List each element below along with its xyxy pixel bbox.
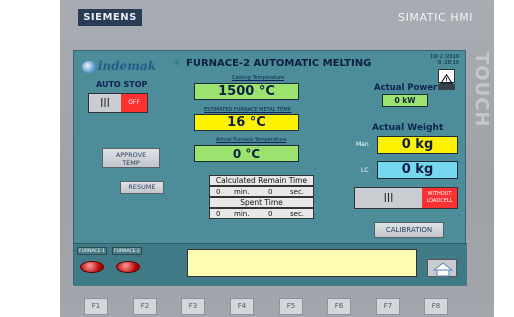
- actual-weight-label: Actual Weight: [372, 123, 444, 133]
- touch-label: TOUCH: [471, 52, 492, 128]
- man-weight-label: Man: [356, 141, 369, 148]
- logo-text: indemak: [98, 59, 157, 73]
- lc-toggle-off: WITHOUT LOADCELL: [422, 188, 457, 208]
- f1-key[interactable]: F1: [84, 298, 108, 315]
- remain-min-unit: min.: [234, 188, 250, 196]
- actual-power-label: Actual Power: [374, 83, 438, 93]
- spent-min-unit: min.: [234, 210, 250, 218]
- spent-time-header: Spent Time: [209, 197, 314, 208]
- resume-button[interactable]: RESUME: [120, 181, 164, 194]
- lc-weight-label: LC: [361, 167, 369, 174]
- furnace-1-lamp-button[interactable]: [80, 261, 104, 273]
- actual-temp-value: 0 °C: [194, 145, 299, 162]
- actual-temp-label: Actual Furnace Temperature: [216, 137, 287, 143]
- auto-stop-toggle-off: OFF: [121, 94, 147, 112]
- f8-key[interactable]: F8: [424, 298, 448, 315]
- alarm-warning-icon[interactable]: [438, 69, 455, 84]
- without-loadcell-toggle[interactable]: ||| WITHOUT LOADCELL: [354, 187, 458, 209]
- furnace-2-label: FURNACE-2: [112, 247, 142, 255]
- simatic-hmi-label: SIMATIC HMI: [398, 11, 474, 24]
- siemens-logo: SIEMENS: [78, 9, 142, 26]
- indemak-logo: indemak ®: [80, 57, 180, 73]
- estimated-temp-value: 16 °C: [194, 114, 299, 131]
- approve-temp-label-1: APPROVE: [115, 151, 147, 159]
- f3-key[interactable]: F3: [181, 298, 205, 315]
- spent-sec-unit: sec.: [290, 210, 305, 218]
- approve-temp-label-2: TEMP: [122, 159, 140, 167]
- remain-time-row: 0 min. 0 sec.: [209, 186, 314, 197]
- function-keys: F1 F2 F3 F4 F5 F6 F7 F8: [84, 298, 454, 315]
- casting-temp-label: Casting Temperature: [232, 75, 285, 81]
- datetime: 19/ 2 /2019 8 :28:10: [419, 54, 459, 66]
- lc-toggle-on: |||: [355, 188, 422, 208]
- remain-sec-unit: sec.: [290, 188, 305, 196]
- approve-temp-button[interactable]: APPROVE TEMP: [102, 148, 160, 168]
- actual-power-value: 0 kW: [382, 94, 428, 107]
- calibration-button[interactable]: CALIBRATION: [374, 222, 444, 238]
- auto-stop-toggle[interactable]: ||| OFF: [88, 93, 148, 113]
- auto-stop-label: AUTO STOP: [96, 80, 148, 89]
- f2-key[interactable]: F2: [133, 298, 157, 315]
- furnace-2-lamp-button[interactable]: [116, 261, 140, 273]
- furnace-1-label: FURNACE-1: [77, 247, 107, 255]
- spent-time-row: 0 min. 0 sec.: [209, 208, 314, 219]
- lc-weight-value: 0 kg: [377, 161, 458, 179]
- casting-temp-value[interactable]: 1500 °C: [194, 83, 299, 100]
- f6-key[interactable]: F6: [327, 298, 351, 315]
- message-box: [187, 249, 417, 277]
- registered-mark: ®: [174, 60, 180, 67]
- f5-key[interactable]: F5: [279, 298, 303, 315]
- home-button[interactable]: [427, 259, 457, 277]
- auto-stop-toggle-on: |||: [89, 94, 121, 112]
- time-text: 8 :28:10: [438, 60, 459, 66]
- home-icon: [432, 262, 454, 277]
- spent-min-value: 0: [216, 210, 221, 218]
- globe-icon: [82, 61, 96, 73]
- estimated-temp-label: ESTIMATED FURNACE METAL TEMP.: [204, 107, 292, 113]
- spent-sec-value: 0: [268, 210, 273, 218]
- remain-sec-value: 0: [268, 188, 273, 196]
- without-label-2: LOADCELL: [426, 198, 453, 204]
- man-weight-value[interactable]: 0 kg: [377, 136, 458, 154]
- alarm-indicator: [438, 84, 455, 90]
- page-title: FURNACE-2 AUTOMATIC MELTING: [186, 58, 372, 69]
- remain-min-value: 0: [216, 188, 221, 196]
- f7-key[interactable]: F7: [376, 298, 400, 315]
- f4-key[interactable]: F4: [230, 298, 254, 315]
- footer-bar: FURNACE-1 FURNACE-2: [74, 243, 467, 286]
- without-label-1: WITHOUT: [427, 191, 452, 197]
- hmi-screen: indemak ® FURNACE-2 AUTOMATIC MELTING 19…: [73, 50, 467, 286]
- remain-time-header: Calculated Remain Time: [209, 175, 314, 186]
